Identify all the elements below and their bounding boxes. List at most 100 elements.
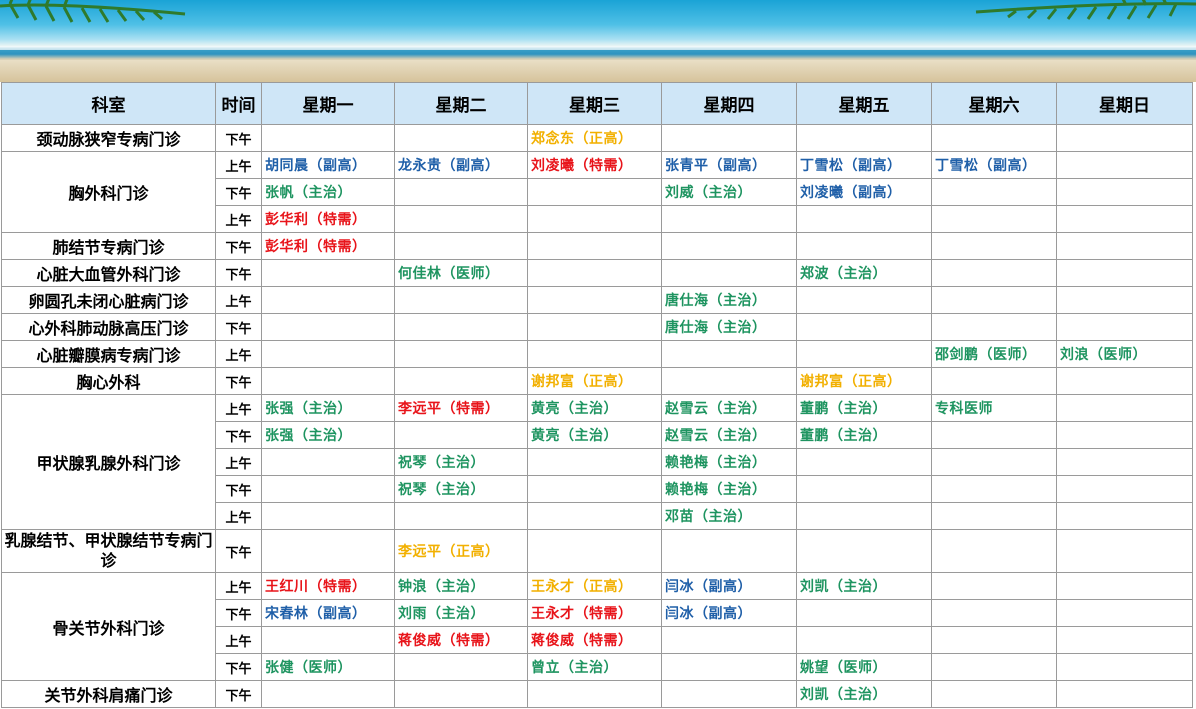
doctor-cell <box>661 124 797 152</box>
doctor-cell <box>261 259 395 287</box>
doctor-cell <box>931 680 1057 708</box>
doctor-cell <box>931 286 1057 314</box>
doctor-cell: 祝琴（主治） <box>394 475 528 503</box>
doctor-cell <box>661 232 797 260</box>
doctor-cell <box>1056 529 1193 573</box>
doctor-cell <box>1056 653 1193 681</box>
doctor-cell <box>796 232 932 260</box>
doctor-cell <box>931 178 1057 206</box>
doctor-cell: 董鹏（主治） <box>796 394 932 422</box>
doctor-cell <box>931 529 1057 573</box>
doctor-cell <box>796 286 932 314</box>
doctor-cell <box>1056 178 1193 206</box>
time-cell: 上午 <box>215 340 262 368</box>
header-dept: 科室 <box>1 82 216 125</box>
doctor-cell <box>931 475 1057 503</box>
doctor-cell: 蒋俊威（特需） <box>394 626 528 654</box>
table-row: 骨关节外科门诊 上午 王红川（特需） 钟浪（主治） 王永才（正高） 闫冰（副高）… <box>1 572 1193 681</box>
doctor-cell <box>796 124 932 152</box>
doctor-cell: 董鹏（主治） <box>796 421 932 449</box>
doctor-cell <box>527 340 662 368</box>
time-cell: 下午 <box>215 653 262 681</box>
doctor-cell <box>394 124 528 152</box>
doctor-cell: 赵雪云（主治） <box>661 394 797 422</box>
doctor-cell <box>931 232 1057 260</box>
department-cell: 关节外科肩痛门诊 <box>1 680 216 708</box>
doctor-cell: 何佳林（医师） <box>394 259 528 287</box>
time-cell: 上午 <box>215 394 262 422</box>
doctor-cell <box>527 259 662 287</box>
doctor-cell: 郑念东（正高） <box>527 124 662 152</box>
header-day: 星期一 <box>261 82 395 125</box>
doctor-cell: 李远平（特需） <box>394 394 528 422</box>
doctor-cell <box>1056 124 1193 152</box>
table-row: 胸外科门诊 上午 胡同晨（副高） 龙永贵（副高） 刘凌曦（特需） 张青平（副高）… <box>1 151 1193 233</box>
time-cell: 上午 <box>215 151 262 179</box>
doctor-cell <box>931 205 1057 233</box>
doctor-cell <box>1056 205 1193 233</box>
doctor-cell <box>527 529 662 573</box>
doctor-cell: 黄亮（主治） <box>527 421 662 449</box>
doctor-cell: 祝琴（主治） <box>394 448 528 476</box>
doctor-cell <box>527 205 662 233</box>
doctor-cell: 彭华利（特需） <box>261 205 395 233</box>
doctor-cell <box>661 259 797 287</box>
doctor-cell <box>796 448 932 476</box>
time-cell: 下午 <box>215 599 262 627</box>
doctor-cell: 彭华利（特需） <box>261 232 395 260</box>
doctor-cell <box>1056 572 1193 600</box>
department-cell: 心脏瓣膜病专病门诊 <box>1 340 216 368</box>
doctor-cell: 龙永贵（副高） <box>394 151 528 179</box>
doctor-cell <box>931 502 1057 530</box>
header-row: 科室 时间 星期一 星期二 星期三 星期四 星期五 星期六 星期日 <box>1 82 1193 125</box>
doctor-cell: 刘凌曦（特需） <box>527 151 662 179</box>
doctor-cell <box>1056 394 1193 422</box>
doctor-cell: 唐仕海（主治） <box>661 286 797 314</box>
department-cell: 乳腺结节、甲状腺结节专病门诊 <box>1 529 216 573</box>
doctor-cell <box>796 502 932 530</box>
doctor-cell: 李远平（正高） <box>394 529 528 573</box>
doctor-cell: 邵剑鹏（医师） <box>931 340 1057 368</box>
doctor-cell <box>527 502 662 530</box>
doctor-cell <box>661 653 797 681</box>
table-row: 胸心外科 下午 谢邦富（正高） 谢邦富（正高） <box>1 367 1193 395</box>
doctor-cell: 邓苗（主治） <box>661 502 797 530</box>
doctor-cell: 黄亮（主治） <box>527 394 662 422</box>
doctor-cell <box>1056 151 1193 179</box>
doctor-cell <box>527 475 662 503</box>
doctor-cell <box>796 475 932 503</box>
table-row: 心外科肺动脉高压门诊 下午 唐仕海（主治） <box>1 313 1193 341</box>
department-cell: 肺结节专病门诊 <box>1 232 216 260</box>
doctor-cell: 刘雨（主治） <box>394 599 528 627</box>
beach-banner <box>0 0 1196 82</box>
doctor-cell: 刘浪（医师） <box>1056 340 1193 368</box>
time-cell: 上午 <box>215 626 262 654</box>
doctor-cell: 钟浪（主治） <box>394 572 528 600</box>
banner-wave <box>0 46 1196 50</box>
doctor-cell: 姚望（医师） <box>796 653 932 681</box>
doctor-cell <box>661 626 797 654</box>
doctor-cell <box>796 626 932 654</box>
doctor-cell: 专科医师 <box>931 394 1057 422</box>
doctor-cell <box>261 286 395 314</box>
time-cell: 下午 <box>215 232 262 260</box>
doctor-cell: 谢邦富（正高） <box>527 367 662 395</box>
doctor-cell <box>394 367 528 395</box>
doctor-cell <box>394 340 528 368</box>
doctor-cell: 刘凌曦（副高） <box>796 178 932 206</box>
time-cell: 上午 <box>215 502 262 530</box>
doctor-cell <box>1056 367 1193 395</box>
doctor-cell <box>527 286 662 314</box>
department-cell: 胸心外科 <box>1 367 216 395</box>
doctor-cell <box>527 313 662 341</box>
doctor-cell <box>261 340 395 368</box>
doctor-cell <box>1056 626 1193 654</box>
doctor-cell <box>527 178 662 206</box>
time-cell: 下午 <box>215 529 262 573</box>
doctor-cell <box>394 653 528 681</box>
doctor-cell: 丁雪松（副高） <box>931 151 1057 179</box>
header-day: 星期三 <box>527 82 662 125</box>
table-row: 心脏大血管外科门诊 下午 何佳林（医师） 郑波（主治） <box>1 259 1193 287</box>
doctor-cell: 刘凯（主治） <box>796 572 932 600</box>
doctor-cell: 丁雪松（副高） <box>796 151 932 179</box>
